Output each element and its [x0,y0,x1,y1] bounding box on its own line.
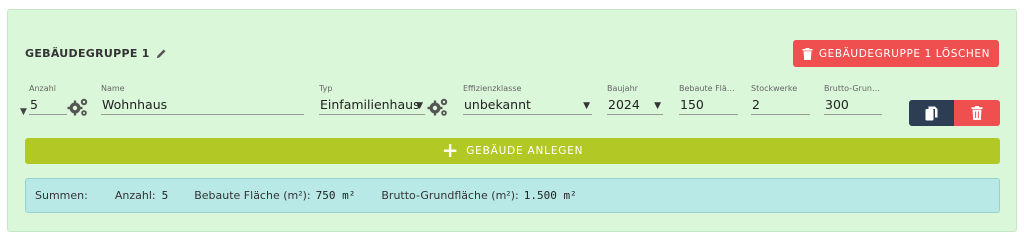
copy-building-button[interactable] [909,100,954,126]
summary-brutto-label: Brutto-Grundfläche (m²): [381,189,519,202]
delete-building-button[interactable] [954,100,1000,126]
effizienzklasse-label: Effizienzklasse [463,84,522,93]
stockwerke-field[interactable]: Stockwerke 2 [751,84,810,115]
anzahl-field[interactable]: Anzahl 5 [29,84,67,115]
add-building-label: GEBÄUDE ANLEGEN [466,145,584,157]
chevron-down-icon: ▼ [416,101,423,111]
baujahr-select[interactable]: 2024 ▼ [607,96,663,115]
name-label: Name [101,84,125,93]
chevron-down-icon: ▼ [583,101,590,111]
effizienzklasse-value: unbekannt [464,97,531,112]
plus-icon: + [441,138,460,162]
expand-caret-icon[interactable]: ▼ [20,107,27,117]
summary-label: Summen: [35,189,88,202]
bebaute-flaeche-input[interactable]: 150 [679,96,738,115]
chevron-down-icon: ▼ [654,101,661,111]
bebaute-flaeche-label: Bebaute Flä… [679,84,735,93]
typ-field[interactable]: Typ Einfamilienhaus ▼ [319,84,425,115]
stockwerke-input[interactable]: 2 [751,96,810,115]
anzahl-input[interactable]: 5 [29,96,67,115]
summary-anzahl-value: 5 [161,189,169,202]
copy-icon [925,106,938,120]
baujahr-field[interactable]: Baujahr 2024 ▼ [607,84,663,115]
summary-bebaute-label: Bebaute Fläche (m²): [194,189,311,202]
add-building-button[interactable]: + GEBÄUDE ANLEGEN [25,138,1000,164]
typ-select[interactable]: Einfamilienhaus ▼ [319,96,425,115]
effizienzklasse-field[interactable]: Effizienzklasse unbekannt ▼ [463,84,592,115]
brutto-grundflaeche-input[interactable]: 300 [824,96,882,115]
name-field[interactable]: Name Wohnhaus [101,84,304,115]
trash-icon [971,106,983,120]
typ-value: Einfamilienhaus [320,97,420,112]
building-row-actions [909,100,1000,126]
brutto-grundflaeche-label: Brutto-Grun… [824,84,880,93]
summary-anzahl-label: Anzahl: [114,189,156,202]
gears-icon[interactable] [427,97,449,117]
summary-bar: Summen: Anzahl: 5 Bebaute Fläche (m²): 7… [25,178,1000,213]
group-title: GEBÄUDEGRUPPE 1 [25,47,167,60]
gears-icon[interactable] [67,97,89,117]
delete-group-button[interactable]: GEBÄUDEGRUPPE 1 LÖSCHEN [793,40,999,67]
group-title-text: GEBÄUDEGRUPPE 1 [25,47,150,60]
pencil-icon[interactable] [156,48,167,59]
stockwerke-label: Stockwerke [751,84,798,93]
name-input[interactable]: Wohnhaus [101,96,304,115]
baujahr-label: Baujahr [607,84,638,93]
building-group-panel: GEBÄUDEGRUPPE 1 GEBÄUDEGRUPPE 1 LÖSCHEN … [7,9,1017,232]
trash-icon [802,47,813,60]
anzahl-label: Anzahl [29,84,56,93]
typ-label: Typ [319,84,333,93]
summary-brutto-value: 1.500 m² [523,189,577,202]
effizienzklasse-select[interactable]: unbekannt ▼ [463,96,592,115]
summary-bebaute-value: 750 m² [315,189,356,202]
brutto-grundflaeche-field[interactable]: Brutto-Grun… 300 [824,84,882,115]
bebaute-flaeche-field[interactable]: Bebaute Flä… 150 [679,84,738,115]
delete-group-label: GEBÄUDEGRUPPE 1 LÖSCHEN [818,47,991,60]
baujahr-value: 2024 [608,97,640,112]
